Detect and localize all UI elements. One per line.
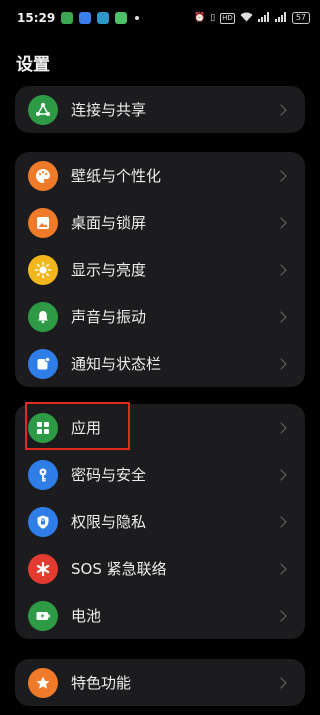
settings-item-display-brightness[interactable]: 显示与亮度 bbox=[15, 246, 305, 293]
settings-item-label: 显示与亮度 bbox=[71, 261, 147, 279]
wechat-icon bbox=[61, 12, 74, 24]
chevron-right-icon bbox=[275, 216, 287, 229]
settings-item-password-security[interactable]: 密码与安全 bbox=[15, 451, 305, 498]
chevron-right-icon bbox=[275, 310, 287, 323]
signal-icon bbox=[274, 11, 287, 25]
page-title: 设置 bbox=[16, 55, 50, 75]
settings-item-notifications[interactable]: 通知与状态栏 bbox=[15, 340, 305, 387]
chevron-right-icon bbox=[275, 515, 287, 528]
chevron-right-icon bbox=[275, 263, 287, 276]
hd-badge: HD bbox=[220, 12, 235, 24]
settings-item-sound-vibration[interactable]: 声音与振动 bbox=[15, 293, 305, 340]
settings-item-label: 电池 bbox=[71, 607, 102, 625]
highlight-box bbox=[25, 402, 130, 450]
notification-icon bbox=[28, 348, 58, 379]
settings-item-label: 密码与安全 bbox=[71, 466, 147, 484]
chevron-right-icon bbox=[275, 169, 287, 182]
settings-item-wallpaper[interactable]: 壁纸与个性化 bbox=[15, 152, 305, 199]
settings-item-connection-sharing[interactable]: 连接与共享 bbox=[15, 86, 305, 133]
settings-item-home-lock-screen[interactable]: 桌面与锁屏 bbox=[15, 199, 305, 246]
battery-icon bbox=[28, 600, 58, 631]
settings-item-label: 权限与隐私 bbox=[71, 513, 147, 531]
status-right: ⏰ ▯ HD 57 bbox=[193, 11, 310, 25]
settings-item-special-features[interactable]: 特色功能 bbox=[15, 659, 305, 706]
chevron-right-icon bbox=[275, 103, 287, 116]
settings-item-sos[interactable]: SOS 紧急联络 bbox=[15, 545, 305, 592]
battery-indicator: 57 bbox=[291, 12, 310, 24]
share-icon bbox=[28, 94, 58, 125]
app-icon bbox=[97, 12, 110, 24]
settings-item-label: 连接与共享 bbox=[71, 101, 147, 119]
asterisk-icon bbox=[28, 553, 58, 584]
wifi-icon bbox=[240, 12, 253, 25]
settings-group-connection: 连接与共享 bbox=[15, 86, 305, 133]
chevron-right-icon bbox=[275, 468, 287, 481]
app-icon bbox=[115, 12, 128, 24]
chevron-right-icon bbox=[275, 609, 287, 622]
status-left: 15:29 bbox=[17, 11, 140, 25]
image-icon bbox=[28, 207, 58, 238]
settings-item-permissions-privacy[interactable]: 权限与隐私 bbox=[15, 498, 305, 545]
alarm-icon: ⏰ bbox=[193, 13, 206, 23]
settings-item-label: SOS 紧急联络 bbox=[71, 560, 167, 578]
settings-item-battery[interactable]: 电池 bbox=[15, 592, 305, 639]
bell-icon bbox=[28, 301, 58, 332]
star-icon bbox=[28, 667, 58, 698]
status-bar: 15:29 ⏰ ▯ HD 57 bbox=[0, 0, 320, 36]
settings-item-label: 声音与振动 bbox=[71, 308, 147, 326]
chevron-right-icon bbox=[275, 421, 287, 434]
chevron-right-icon bbox=[275, 562, 287, 575]
key-icon bbox=[28, 459, 58, 490]
sun-icon bbox=[28, 254, 58, 285]
vibrate-icon: ▯ bbox=[210, 13, 216, 23]
settings-item-label: 特色功能 bbox=[71, 674, 132, 692]
more-notifications-dot bbox=[135, 16, 140, 20]
settings-item-label: 桌面与锁屏 bbox=[71, 214, 147, 232]
signal-icon bbox=[257, 11, 270, 25]
palette-icon bbox=[28, 160, 58, 191]
status-time: 15:29 bbox=[17, 11, 56, 25]
shield-icon bbox=[28, 506, 58, 537]
settings-group-personalization: 壁纸与个性化 桌面与锁屏 显示与亮度 声音与振动 通知与状态栏 bbox=[15, 152, 305, 387]
app-icon bbox=[79, 12, 92, 24]
chevron-right-icon bbox=[275, 357, 287, 370]
settings-item-label: 壁纸与个性化 bbox=[71, 167, 162, 185]
settings-group-features: 特色功能 bbox=[15, 659, 305, 706]
settings-item-label: 通知与状态栏 bbox=[71, 355, 162, 373]
chevron-right-icon bbox=[275, 676, 287, 689]
